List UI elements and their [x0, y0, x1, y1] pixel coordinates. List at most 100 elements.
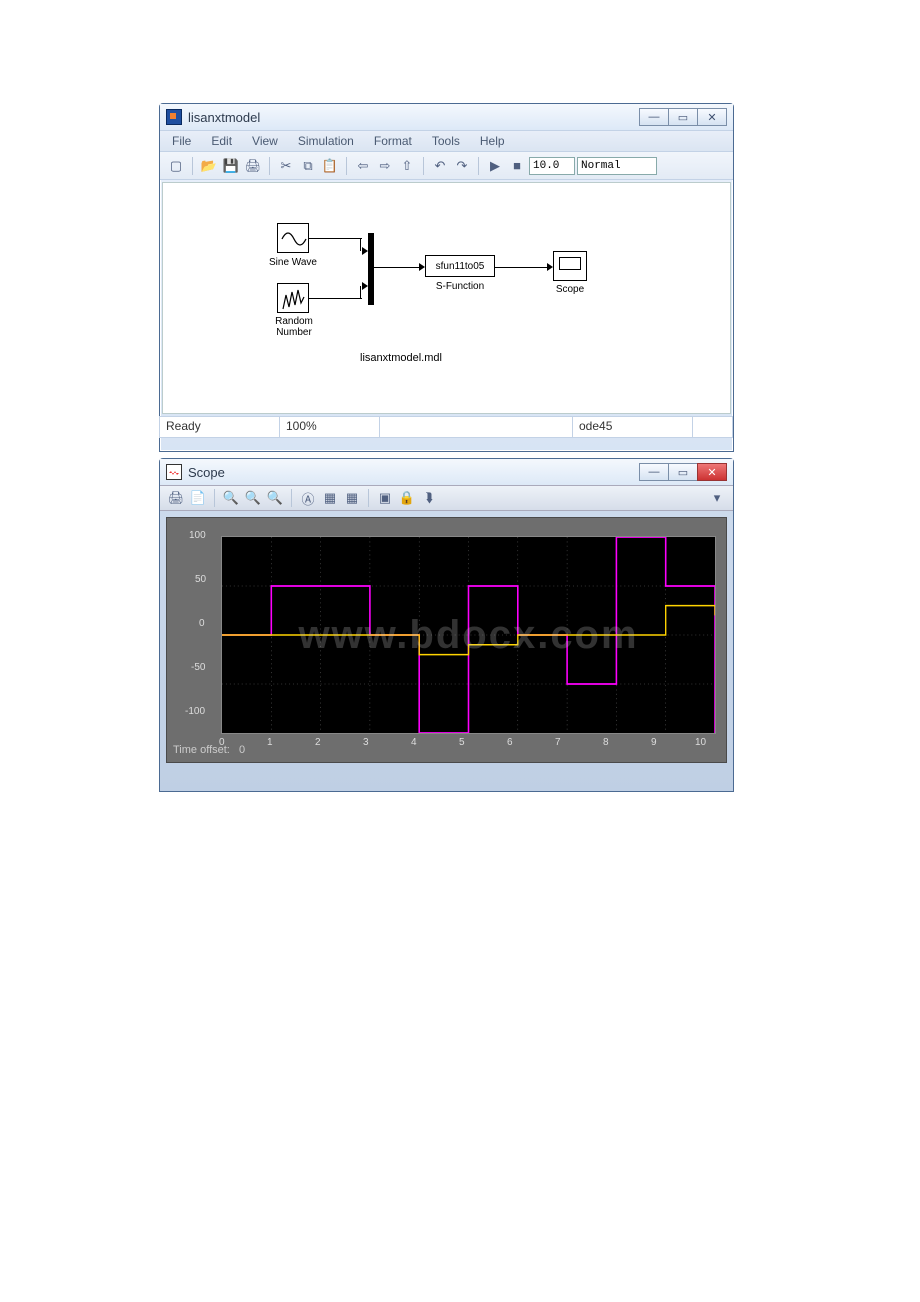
titlebar[interactable]: lisanxtmodel — ▭ ✕ — [160, 104, 733, 130]
undo-icon[interactable]: ↶ — [430, 156, 450, 176]
ytick: 50 — [195, 574, 206, 585]
redo-icon[interactable]: ↷ — [452, 156, 472, 176]
scope-titlebar[interactable]: Scope — ▭ ✕ — [160, 459, 733, 485]
parameters-icon[interactable]: 📄 — [188, 488, 208, 508]
xtick: 4 — [411, 737, 417, 748]
scope-window: Scope — ▭ ✕ 🖨 📄 🔍 🔍 🔍 Ⓐ ▦ ▦ ▣ — [159, 458, 734, 792]
sine-icon — [281, 227, 307, 251]
xtick: 7 — [555, 737, 561, 748]
arrow-icon — [362, 282, 368, 290]
scope-minimize-button[interactable]: — — [639, 463, 669, 481]
sim-mode-select[interactable] — [577, 157, 657, 175]
cut-icon[interactable]: ✂ — [276, 156, 296, 176]
s-function-type-label: S-Function — [425, 281, 495, 292]
model-canvas[interactable]: Sine Wave Random Number sfun11to05 S-Fun… — [162, 182, 731, 414]
window-title: lisanxtmodel — [188, 110, 640, 125]
zoom-x-icon[interactable]: 🔍 — [243, 488, 263, 508]
xtick: 6 — [507, 737, 513, 748]
scope-app-icon — [166, 464, 182, 480]
save-icon[interactable]: 💾 — [221, 156, 241, 176]
s-function-block[interactable]: sfun11to05 — [425, 255, 495, 277]
zoom-icon[interactable]: 🔍 — [221, 488, 241, 508]
scope-block[interactable] — [553, 251, 587, 281]
arrow-icon — [419, 263, 425, 271]
restore-axes-icon[interactable]: ▦ — [342, 488, 362, 508]
xtick: 2 — [315, 737, 321, 748]
scope-maximize-button[interactable]: ▭ — [668, 463, 698, 481]
menu-file[interactable]: File — [164, 132, 199, 150]
open-icon[interactable]: 📂 — [199, 156, 219, 176]
time-offset-label: Time offset: — [173, 744, 230, 756]
start-sim-icon[interactable]: ▶ — [485, 156, 505, 176]
back-icon[interactable]: ⇦ — [353, 156, 373, 176]
paste-icon[interactable]: 📋 — [320, 156, 340, 176]
xtick: 5 — [459, 737, 465, 748]
new-icon[interactable]: ▢ — [166, 156, 186, 176]
arrow-icon — [547, 263, 553, 271]
menu-help[interactable]: Help — [472, 132, 513, 150]
signal-select-icon[interactable]: ⮯ — [419, 488, 439, 508]
statusbar: Ready 100% ode45 — [160, 416, 733, 438]
wire — [360, 286, 361, 299]
copy-icon[interactable]: ⧉ — [298, 156, 318, 176]
forward-icon[interactable]: ⇨ — [375, 156, 395, 176]
xtick: 3 — [363, 737, 369, 748]
zoom-y-icon[interactable]: 🔍 — [265, 488, 285, 508]
wire — [309, 298, 362, 299]
canvas-caption: lisanxtmodel.mdl — [341, 352, 461, 364]
scope-window-title: Scope — [188, 465, 640, 480]
maximize-button[interactable]: ▭ — [668, 108, 698, 126]
float-icon[interactable]: ▣ — [375, 488, 395, 508]
ytick: 0 — [199, 618, 205, 629]
sine-wave-block[interactable] — [277, 223, 309, 253]
xtick: 9 — [651, 737, 657, 748]
menu-edit[interactable]: Edit — [203, 132, 240, 150]
minimize-button[interactable]: — — [639, 108, 669, 126]
toolbar: ▢ 📂 💾 🖨 ✂ ⧉ 📋 ⇦ ⇨ ⇧ ↶ ↷ ▶ ■ — [160, 152, 733, 180]
scope-toolbar: 🖨 📄 🔍 🔍 🔍 Ⓐ ▦ ▦ ▣ 🔒 ⮯ ▾ — [160, 485, 733, 511]
menu-format[interactable]: Format — [366, 132, 420, 150]
menu-tools[interactable]: Tools — [424, 132, 468, 150]
wire — [360, 238, 361, 251]
xtick: 8 — [603, 737, 609, 748]
time-offset-value: 0 — [239, 744, 245, 756]
dropdown-icon[interactable]: ▾ — [707, 488, 727, 508]
wire — [495, 267, 547, 268]
ytick: -50 — [191, 662, 205, 673]
scope-footer: Time offset: 0 — [173, 744, 245, 756]
scope-close-button[interactable]: ✕ — [697, 463, 727, 481]
stop-sim-icon[interactable]: ■ — [507, 156, 527, 176]
menu-view[interactable]: View — [244, 132, 286, 150]
ytick: 100 — [189, 530, 206, 541]
scope-label: Scope — [551, 284, 589, 295]
plot-area[interactable]: www.bdocx.com — [221, 536, 716, 734]
save-axes-icon[interactable]: ▦ — [320, 488, 340, 508]
ytick: -100 — [185, 706, 205, 717]
print-icon[interactable]: 🖨 — [243, 156, 263, 176]
arrow-icon — [362, 247, 368, 255]
random-icon — [281, 287, 307, 311]
resize-grip[interactable] — [692, 416, 733, 438]
close-button[interactable]: ✕ — [697, 108, 727, 126]
simulink-icon — [166, 109, 182, 125]
s-function-name: sfun11to05 — [436, 261, 485, 272]
status-zoom: 100% — [279, 416, 380, 438]
status-solver: ode45 — [572, 416, 693, 438]
print-icon[interactable]: 🖨 — [166, 488, 186, 508]
random-number-block[interactable] — [277, 283, 309, 313]
autoscale-icon[interactable]: Ⓐ — [298, 488, 318, 508]
random-number-label: Random Number — [267, 316, 321, 338]
mux-block[interactable] — [368, 233, 374, 305]
xtick: 1 — [267, 737, 273, 748]
menu-simulation[interactable]: Simulation — [290, 132, 362, 150]
wire — [374, 267, 419, 268]
scope-body: 100 50 0 -50 -100 www.bdocx.com — [166, 517, 727, 763]
up-icon[interactable]: ⇧ — [397, 156, 417, 176]
status-msg: Ready — [159, 416, 280, 438]
wire — [309, 238, 362, 239]
status-empty — [379, 416, 573, 438]
simulink-window: lisanxtmodel — ▭ ✕ File Edit View Simula… — [159, 103, 734, 452]
stop-time-input[interactable] — [529, 157, 575, 175]
lock-icon[interactable]: 🔒 — [397, 488, 417, 508]
sine-wave-label: Sine Wave — [263, 257, 323, 268]
